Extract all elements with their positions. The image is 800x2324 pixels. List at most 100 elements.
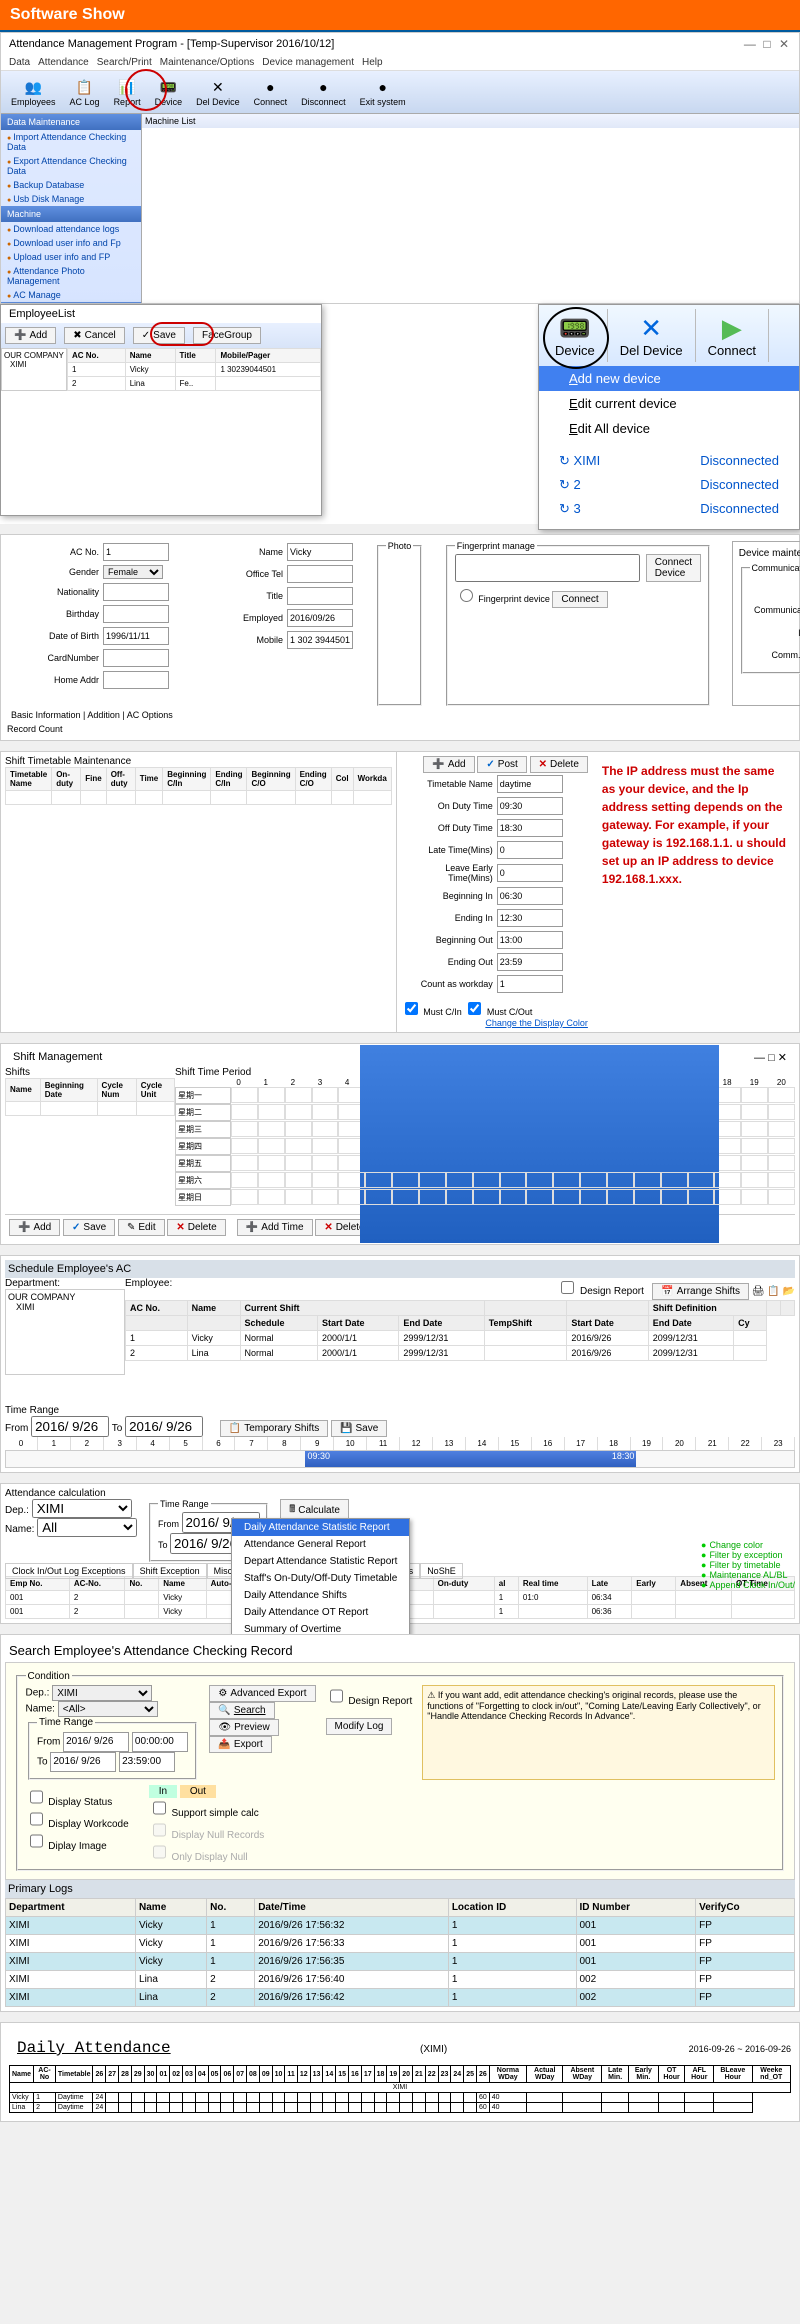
cardnum-input[interactable]: [103, 649, 169, 667]
basic-tab[interactable]: Basic Information: [11, 710, 81, 720]
fp-input[interactable]: [455, 554, 640, 582]
side-item[interactable]: Export Attendance Checking Data: [1, 154, 141, 178]
connect2-btn[interactable]: Connect: [552, 591, 607, 608]
menu-Search/Print[interactable]: Search/Print: [97, 57, 152, 68]
sm-save[interactable]: Save: [63, 1219, 115, 1236]
disp-workcode[interactable]: [30, 1811, 43, 1827]
change-color-link[interactable]: Change the Display Color: [401, 1018, 588, 1028]
del-device-big-button[interactable]: ✕Del Device: [608, 309, 696, 362]
tb-AC Log[interactable]: 📋AC Log: [64, 75, 106, 109]
side-item[interactable]: Download attendance logs: [1, 222, 141, 236]
green-link[interactable]: Change color: [701, 1540, 795, 1550]
sched-ximi[interactable]: XIMI: [8, 1302, 122, 1312]
leave-input[interactable]: [497, 864, 563, 882]
endout-input[interactable]: [497, 953, 563, 971]
menu-Data[interactable]: Data: [9, 57, 30, 68]
add-button[interactable]: ➕ Add: [5, 327, 56, 344]
acoptions-tab[interactable]: AC Options: [127, 710, 173, 720]
arrange-btn[interactable]: 📅 Arrange Shifts: [652, 1283, 749, 1300]
tb-Exit system[interactable]: ●Exit system: [354, 75, 412, 109]
close-icon[interactable]: ✕: [777, 37, 791, 51]
sm-addtime[interactable]: ➕ Add Time: [237, 1219, 313, 1236]
report-item[interactable]: Daily Attendance OT Report: [232, 1604, 409, 1621]
side-item[interactable]: Download user info and Fp: [1, 236, 141, 250]
save-button[interactable]: ✓ Save: [133, 327, 185, 344]
homeaddr-input[interactable]: [103, 671, 169, 689]
max-icon[interactable]: □: [760, 37, 774, 51]
side-item[interactable]: Import Attendance Checking Data: [1, 130, 141, 154]
employed-input[interactable]: [287, 609, 353, 627]
edit-current-item[interactable]: Edit current device: [539, 391, 799, 416]
green-link[interactable]: Append Clock In/Out/: [701, 1580, 795, 1590]
search-t1[interactable]: [132, 1732, 188, 1752]
sched-save-btn[interactable]: 💾 Save: [331, 1420, 387, 1437]
name-input[interactable]: [287, 543, 353, 561]
officetel-input[interactable]: [287, 565, 353, 583]
design-check[interactable]: [561, 1281, 574, 1294]
green-link[interactable]: Filter by timetable: [701, 1560, 795, 1570]
menu-bar[interactable]: DataAttendanceSearch/PrintMaintenance/Op…: [1, 55, 799, 71]
tb-Employees[interactable]: 👥Employees: [5, 75, 62, 109]
schedule-grid[interactable]: AC No.NameCurrent ShiftShift DefinitionS…: [125, 1300, 795, 1361]
timetable-grid[interactable]: Timetable NameOn-dutyFineOff-dutyTimeBeg…: [5, 767, 392, 805]
temp-shifts-btn[interactable]: 📋 Temporary Shifts: [220, 1420, 328, 1437]
edit-all-item[interactable]: Edit All device: [539, 416, 799, 441]
offdt-input[interactable]: [497, 819, 563, 837]
primary-log-grid[interactable]: DepartmentNameNo.Date/TimeLocation IDID …: [5, 1898, 795, 2007]
disp-image[interactable]: [30, 1833, 43, 1849]
side-item[interactable]: AC Manage: [1, 288, 141, 302]
menu-Device management[interactable]: Device management: [262, 57, 354, 68]
export-btn[interactable]: 📤 Export: [209, 1736, 271, 1753]
search-name[interactable]: <All>: [58, 1701, 158, 1717]
search-t2[interactable]: [119, 1752, 175, 1772]
disp-status[interactable]: [30, 1789, 43, 1805]
modify-log-btn[interactable]: Modify Log: [326, 1718, 393, 1735]
sm-add[interactable]: ➕ Add: [9, 1219, 60, 1236]
calc-tab[interactable]: Clock In/Out Log Exceptions: [5, 1563, 133, 1579]
nationality-input[interactable]: [103, 583, 169, 601]
workday-input[interactable]: [497, 975, 563, 993]
calc-tab[interactable]: NoShE: [420, 1563, 463, 1579]
calc-name[interactable]: All: [37, 1518, 137, 1537]
cancel-button[interactable]: ✖ Cancel: [64, 327, 125, 344]
begin-input[interactable]: [497, 887, 563, 905]
endin-input[interactable]: [497, 909, 563, 927]
menu-Help[interactable]: Help: [362, 57, 383, 68]
facegroup-button[interactable]: FaceGroup: [193, 327, 261, 344]
ttname-input[interactable]: [497, 775, 563, 793]
employee-grid[interactable]: AC No.NameTitleMobile/Pager1Vicky1 30239…: [67, 348, 321, 391]
ondt-input[interactable]: [497, 797, 563, 815]
side-item[interactable]: Backup Database: [1, 178, 141, 192]
report-item[interactable]: Staff's On-Duty/Off-Duty Timetable: [232, 1570, 409, 1587]
dob-input[interactable]: [103, 627, 169, 645]
green-link[interactable]: Filter by exception: [701, 1550, 795, 1560]
title-input[interactable]: [287, 587, 353, 605]
menu-Attendance[interactable]: Attendance: [38, 57, 89, 68]
must-cout-check[interactable]: [468, 1002, 481, 1015]
sm-edit[interactable]: ✎ Edit: [118, 1219, 165, 1236]
connect-big-button[interactable]: ▶Connect: [696, 309, 769, 362]
tb-Device[interactable]: 📟Device: [149, 75, 189, 109]
tt-post-btn[interactable]: Post: [477, 756, 526, 773]
tb-Disconnect[interactable]: ●Disconnect: [295, 75, 352, 109]
search-from[interactable]: [63, 1732, 129, 1752]
calc-tab[interactable]: Shift Exception: [133, 1563, 207, 1579]
search-dep[interactable]: XIMI: [52, 1685, 152, 1701]
machine-list-tab[interactable]: Machine List: [141, 114, 799, 128]
tt-add-btn[interactable]: ➕ Add: [423, 756, 474, 773]
simple-calc[interactable]: [153, 1800, 166, 1816]
tb-Report[interactable]: 📊Report: [108, 75, 147, 109]
preview-btn[interactable]: 👁 Preview: [209, 1719, 278, 1736]
addition-tab[interactable]: Addition: [87, 710, 120, 720]
sched-to[interactable]: [125, 1416, 203, 1437]
mobile-input[interactable]: [287, 631, 353, 649]
company-tree[interactable]: OUR COMPANY: [4, 351, 64, 360]
sched-company[interactable]: OUR COMPANY: [8, 1292, 122, 1302]
begout-input[interactable]: [497, 931, 563, 949]
report-item[interactable]: Attendance General Report: [232, 1536, 409, 1553]
side-item[interactable]: Upload user info and FP: [1, 250, 141, 264]
report-item[interactable]: Depart Attendance Statistic Report: [232, 1553, 409, 1570]
shifts-grid[interactable]: NameBeginning DateCycle NumCycle UnitNor…: [5, 1078, 175, 1116]
ximi-tree[interactable]: XIMI: [4, 360, 64, 369]
birthday-input[interactable]: [103, 605, 169, 623]
